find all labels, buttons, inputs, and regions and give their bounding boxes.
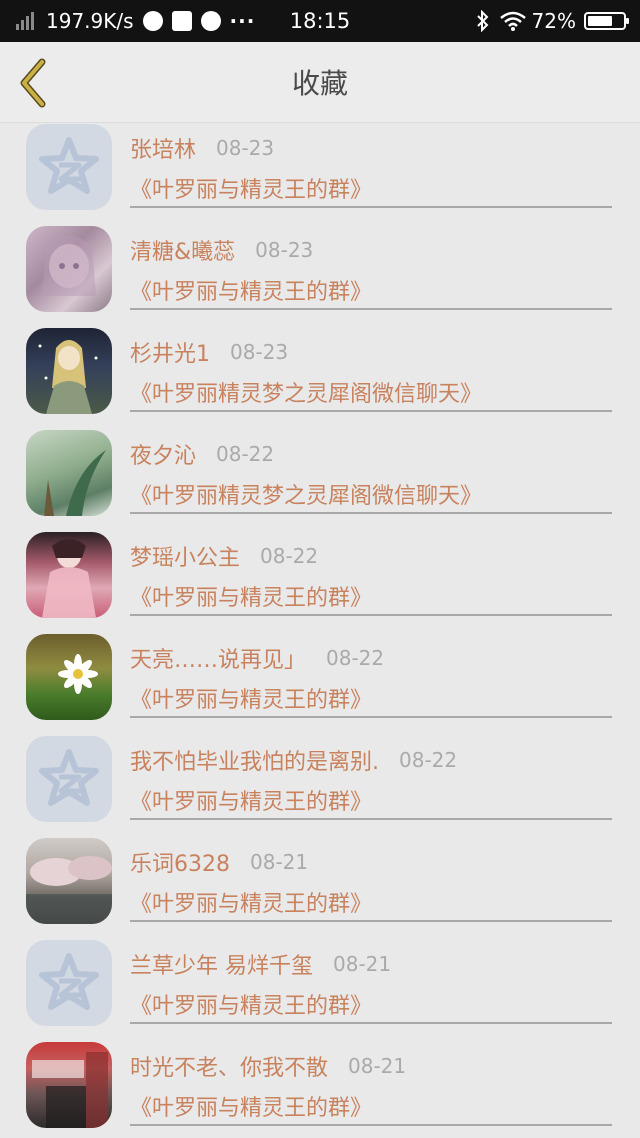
contact-name: 杉井光1 [130, 342, 210, 367]
contact-name: 乐词6328 [130, 852, 230, 877]
list-item[interactable]: 乐词6328 08-21 《叶罗丽与精灵王的群》 [0, 836, 640, 938]
avatar [26, 838, 112, 924]
favorite-date: 08-21 [348, 1054, 407, 1078]
group-name: 《叶罗丽与精灵王的群》 [130, 1096, 373, 1121]
group-name: 《叶罗丽与精灵王的群》 [130, 892, 373, 917]
contact-name: 梦瑶小公主 [130, 546, 241, 571]
group-name: 《叶罗丽与精灵王的群》 [130, 688, 373, 713]
favorite-date: 08-22 [326, 646, 385, 670]
avatar [26, 940, 112, 1026]
avatar [26, 124, 112, 210]
battery-percent: 72% [531, 9, 576, 33]
list-item[interactable]: 梦瑶小公主 08-22 《叶罗丽与精灵王的群》 [0, 530, 640, 632]
contact-name: 时光不老、你我不散 [130, 1056, 329, 1081]
avatar-photo [32, 1052, 108, 1128]
contact-name: 张培林 [130, 138, 197, 163]
contact-name: 我不怕毕业我怕的是离别. [130, 750, 379, 775]
contact-name: 清糖&曦蕊 [130, 240, 236, 265]
list-item[interactable]: 夜夕沁 08-22 《叶罗丽精灵梦之灵犀阁微信聊天》 [0, 428, 640, 530]
page-title: 收藏 [291, 67, 348, 100]
qzone-star-icon [39, 749, 99, 806]
list-item[interactable]: 清糖&曦蕊 08-23 《叶罗丽与精灵王的群》 [0, 224, 640, 326]
favorite-date: 08-23 [216, 136, 275, 160]
favorite-date: 08-23 [230, 340, 289, 364]
divider [130, 1022, 612, 1024]
divider [130, 410, 612, 412]
divider [130, 206, 612, 208]
avatar [26, 226, 112, 312]
group-name: 《叶罗丽精灵梦之灵犀阁微信聊天》 [130, 382, 483, 407]
avatar [26, 430, 112, 516]
bluetooth-icon [476, 10, 488, 32]
avatar [26, 532, 112, 618]
status-right: 72% [476, 0, 629, 42]
contact-name: 兰草少年 易烊千玺 [130, 954, 313, 979]
list-item[interactable]: 张培林 08-23 《叶罗丽与精灵王的群》 [0, 122, 640, 224]
group-name: 《叶罗丽与精灵王的群》 [130, 790, 373, 815]
avatar-photo [58, 654, 98, 694]
divider [130, 614, 612, 616]
avatar-photo [42, 539, 96, 618]
group-name: 《叶罗丽与精灵王的群》 [130, 178, 373, 203]
list-item[interactable]: 时光不老、你我不散 08-21 《叶罗丽与精灵王的群》 [0, 1040, 640, 1138]
list-item[interactable]: 我不怕毕业我怕的是离别. 08-22 《叶罗丽与精灵王的群》 [0, 734, 640, 836]
avatar-photo [42, 236, 96, 296]
favorite-date: 08-22 [260, 544, 319, 568]
favorites-list: 张培林 08-23 《叶罗丽与精灵王的群》 清糖&曦蕊 08-23 《叶罗丽与精… [0, 122, 640, 1138]
avatar-photo [44, 450, 106, 516]
divider [130, 512, 612, 514]
divider [130, 818, 612, 820]
battery-icon [584, 12, 629, 30]
favorite-date: 08-22 [216, 442, 275, 466]
favorite-date: 08-21 [250, 850, 309, 874]
avatar [26, 736, 112, 822]
qzone-star-icon [39, 137, 99, 194]
avatar [26, 1042, 112, 1128]
group-name: 《叶罗丽与精灵王的群》 [130, 280, 373, 305]
contact-name: 天亮……说再见」 [130, 648, 307, 673]
avatar-photo [26, 856, 112, 924]
divider [130, 308, 612, 310]
list-item[interactable]: 杉井光1 08-23 《叶罗丽精灵梦之灵犀阁微信聊天》 [0, 326, 640, 428]
favorite-date: 08-21 [333, 952, 392, 976]
avatar [26, 634, 112, 720]
contact-name: 夜夕沁 [130, 444, 197, 469]
avatar-photo [38, 340, 98, 414]
header: 收藏 [0, 42, 640, 123]
wifi-icon [499, 11, 526, 31]
divider [130, 920, 612, 922]
favorite-date: 08-22 [399, 748, 458, 772]
list-item[interactable]: 天亮……说再见」 08-22 《叶罗丽与精灵王的群》 [0, 632, 640, 734]
status-bar: 197.9K/s ··· 18:15 72% [0, 0, 640, 42]
qzone-star-icon [39, 953, 99, 1010]
favorite-date: 08-23 [255, 238, 314, 262]
group-name: 《叶罗丽精灵梦之灵犀阁微信聊天》 [130, 484, 483, 509]
list-item[interactable]: 兰草少年 易烊千玺 08-21 《叶罗丽与精灵王的群》 [0, 938, 640, 1040]
group-name: 《叶罗丽与精灵王的群》 [130, 994, 373, 1019]
avatar [26, 328, 112, 414]
divider [130, 1124, 612, 1126]
divider [130, 716, 612, 718]
group-name: 《叶罗丽与精灵王的群》 [130, 586, 373, 611]
